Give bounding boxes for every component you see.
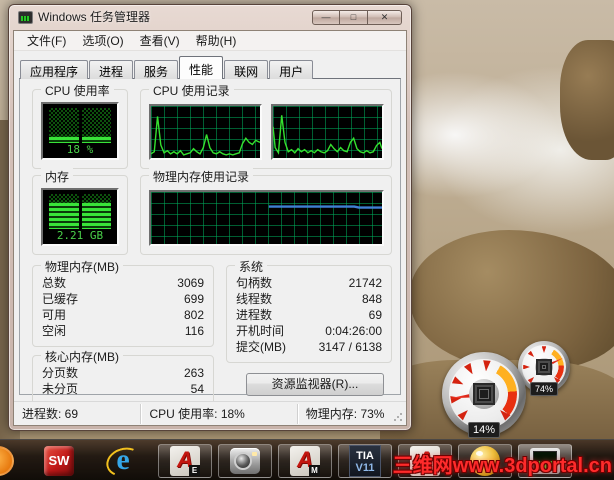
taskbar-item-screen-capture[interactable] xyxy=(218,444,272,478)
taskbar-item-solidworks[interactable]: SW xyxy=(32,444,86,478)
stat-row-processes: 进程数 69 xyxy=(236,308,382,322)
tab-services[interactable]: 服务 xyxy=(134,60,179,79)
stat-row-threads: 线程数 848 xyxy=(236,292,382,306)
status-bar: 进程数: 69 CPU 使用率: 18% 物理内存: 73% xyxy=(14,401,406,425)
memory-value: 2.21 GB xyxy=(56,229,104,242)
taskbar-item-autocad-electrical[interactable]: A E xyxy=(158,444,212,478)
stat-row-paged: 分页数 263 xyxy=(42,366,204,380)
caption-buttons: — □ ✕ xyxy=(312,10,402,25)
status-processes: 进程数: 69 xyxy=(14,403,142,424)
close-button[interactable]: ✕ xyxy=(368,10,402,25)
system-group: 系统 句柄数 21742 线程数 848 进程数 69 开机时间 0:04:26:00 … xyxy=(226,258,392,363)
window-body: 文件(F) 选项(O) 查看(V) 帮助(H) 应用程序 进程 服务 性能 联网… xyxy=(13,30,407,426)
task-manager-window: Windows 任务管理器 — □ ✕ 文件(F) 选项(O) 查看(V) 帮助… xyxy=(8,4,412,431)
hidden-app-icon[interactable] xyxy=(0,446,14,476)
menu-file[interactable]: 文件(F) xyxy=(21,30,72,51)
menu-help[interactable]: 帮助(H) xyxy=(190,30,243,51)
maximize-button[interactable]: □ xyxy=(340,10,368,25)
stat-row-total: 总数 3069 xyxy=(42,276,204,290)
memory-group-label: 内存 xyxy=(41,168,74,185)
taskbar-item-autocad-mechanical[interactable]: A M xyxy=(278,444,332,478)
memory-history-group: 物理内存使用记录 xyxy=(140,168,392,255)
tab-performance[interactable]: 性能 xyxy=(179,56,224,79)
autocad-icon: A E xyxy=(170,446,200,476)
window-title: Windows 任务管理器 xyxy=(38,10,151,24)
cpu-history-graph-core1 xyxy=(149,104,262,160)
system-group-label: 系统 xyxy=(235,258,268,275)
ram-chip-icon xyxy=(538,361,550,373)
memory-history-graph xyxy=(149,190,384,246)
camera-icon xyxy=(230,448,260,474)
performance-tab-page: CPU 使用率 18 % CPU 使用记录 内存 2.21 GB 物理内存使用记… xyxy=(19,78,401,405)
stat-row-free: 空闲 116 xyxy=(42,324,204,338)
status-memory: 物理内存: 73% xyxy=(305,406,385,421)
cpu-gauge-gadget[interactable]: 14% xyxy=(442,352,526,438)
stat-row-cached: 已缓存 699 xyxy=(42,292,204,306)
tab-applications[interactable]: 应用程序 xyxy=(20,60,89,79)
solidworks-icon: SW xyxy=(44,446,74,476)
resize-grip[interactable] xyxy=(392,410,404,423)
cpu-usage-meter: 18 % xyxy=(41,102,119,160)
menu-view[interactable]: 查看(V) xyxy=(134,30,186,51)
stat-row-uptime: 开机时间 0:04:26:00 xyxy=(236,324,382,338)
cpu-usage-group-label: CPU 使用率 xyxy=(41,82,114,99)
internet-explorer-icon: e xyxy=(107,445,139,477)
tab-processes[interactable]: 进程 xyxy=(89,60,134,79)
stat-row-available: 可用 802 xyxy=(42,308,204,322)
task-manager-icon xyxy=(18,10,33,24)
cpu-usage-group: CPU 使用率 18 % xyxy=(32,82,128,169)
taskbar: SW e A E A M TIA V11 A 三维网www.3dportal.c… xyxy=(0,439,614,480)
stat-row-nonpaged: 未分页 54 xyxy=(42,382,204,396)
kernel-memory-group: 核心内存(MB) 分页数 263 未分页 54 xyxy=(32,348,214,405)
titlebar[interactable]: Windows 任务管理器 — □ ✕ xyxy=(9,5,411,29)
minimize-button[interactable]: — xyxy=(312,10,340,25)
cpu-chip-icon xyxy=(474,384,494,404)
tab-strip: 应用程序 进程 服务 性能 联网 用户 xyxy=(20,56,400,79)
memory-meter: 2.21 GB xyxy=(41,188,119,246)
cpu-usage-value: 18 % xyxy=(66,143,94,156)
autocad-icon: A M xyxy=(290,446,320,476)
autocad-e-badge: E xyxy=(189,465,200,476)
taskbar-item-internet-explorer[interactable]: e xyxy=(96,444,150,478)
tia-portal-icon: TIA V11 xyxy=(349,445,381,477)
resource-monitor-button[interactable]: 资源监视器(R)... xyxy=(246,373,384,396)
physical-memory-group: 物理内存(MB) 总数 3069 已缓存 699 可用 802 空闲 116 xyxy=(32,258,214,347)
tab-networking[interactable]: 联网 xyxy=(224,60,269,79)
kernel-memory-group-label: 核心内存(MB) xyxy=(41,348,123,365)
stat-row-commit: 提交(MB) 3147 / 6138 xyxy=(236,340,382,354)
cpu-gauge-value: 14% xyxy=(467,421,501,438)
tab-users[interactable]: 用户 xyxy=(269,60,314,79)
status-cpu: CPU 使用率: 18% xyxy=(141,403,298,424)
cpu-history-graph-core2 xyxy=(271,104,384,160)
menu-bar: 文件(F) 选项(O) 查看(V) 帮助(H) xyxy=(14,31,406,51)
menu-options[interactable]: 选项(O) xyxy=(76,30,129,51)
memory-history-group-label: 物理内存使用记录 xyxy=(149,168,254,185)
stat-row-handles: 句柄数 21742 xyxy=(236,276,382,290)
cpu-history-group: CPU 使用记录 xyxy=(140,82,392,169)
cpu-history-group-label: CPU 使用记录 xyxy=(149,82,234,99)
watermark-text: 三维网www.3dportal.cn xyxy=(392,455,612,477)
taskbar-item-tia-portal[interactable]: TIA V11 xyxy=(338,444,392,478)
memory-group: 内存 2.21 GB xyxy=(32,168,128,255)
wallpaper-rock xyxy=(560,40,614,160)
autocad-m-badge: M xyxy=(309,465,320,476)
physical-memory-group-label: 物理内存(MB) xyxy=(41,258,123,275)
